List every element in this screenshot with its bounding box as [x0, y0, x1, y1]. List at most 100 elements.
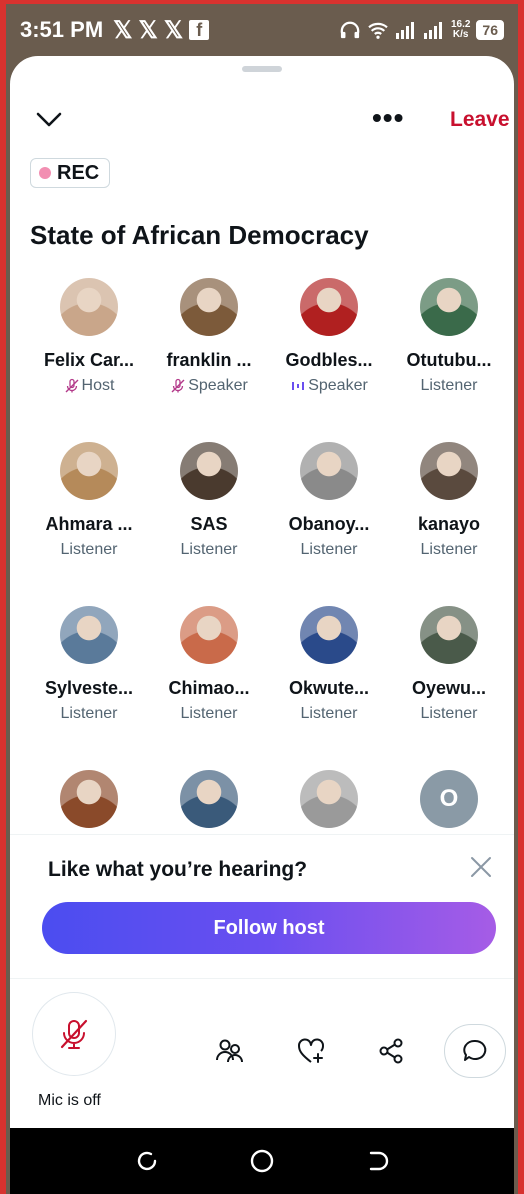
- participant-role: Speaker: [150, 377, 268, 395]
- signal-icon: [395, 22, 414, 39]
- avatar: [180, 770, 238, 828]
- participant-role-label: Listener: [180, 541, 238, 558]
- top-bar: ••• Leave: [10, 96, 514, 146]
- participant-item[interactable]: Godbles... Speaker: [270, 278, 388, 395]
- follow-host-button[interactable]: Follow host: [42, 902, 496, 954]
- close-icon[interactable]: [468, 854, 494, 880]
- participant-role: Listener: [30, 705, 148, 723]
- participant-role: Listener: [270, 705, 388, 723]
- space-sheet: ••• Leave REC State of African Democracy…: [10, 56, 514, 1128]
- drag-handle[interactable]: [242, 66, 282, 72]
- home-icon[interactable]: [248, 1147, 276, 1175]
- mic-off-icon: [65, 378, 79, 393]
- participant-role-label: Speaker: [188, 377, 248, 394]
- participant-name: Ahmara ...: [45, 514, 133, 534]
- x-notification-icon: 𝕏: [163, 16, 184, 44]
- rec-badge: REC: [30, 158, 111, 188]
- wifi-icon: [368, 22, 388, 39]
- follow-prompt: Like what you’re hearing?: [48, 858, 308, 881]
- mic-status-label: Mic is off: [38, 1092, 101, 1109]
- participant-name: Felix Car...: [43, 350, 135, 370]
- participant-role-label: Speaker: [308, 377, 368, 394]
- participant-item[interactable]: O: [390, 770, 508, 828]
- participant-role-label: Listener: [420, 705, 478, 722]
- participants-icon[interactable]: [214, 1036, 244, 1066]
- participant-item[interactable]: Otutubu... Listener: [390, 278, 508, 395]
- participant-role: Listener: [150, 705, 268, 723]
- avatar: [420, 278, 478, 336]
- participant-name: SAS: [190, 514, 228, 534]
- avatar: [300, 442, 358, 500]
- participant-item[interactable]: Obanoy... Listener: [270, 442, 388, 559]
- avatar: [180, 278, 238, 336]
- participant-name: Godbles...: [285, 350, 373, 370]
- participant-role-label: Listener: [180, 705, 238, 722]
- participant-item[interactable]: Oyewu... Listener: [390, 606, 508, 723]
- signal-icon: [423, 22, 442, 39]
- participant-name: Sylveste...: [44, 678, 134, 698]
- participant-name: kanayo: [417, 514, 481, 534]
- participant-role: Listener: [390, 705, 508, 723]
- leave-button[interactable]: Leave: [450, 108, 510, 132]
- system-nav-bar: [10, 1128, 514, 1194]
- participant-name: Chimao...: [168, 678, 250, 698]
- participant-item[interactable]: [150, 770, 268, 828]
- avatar: [180, 606, 238, 664]
- rec-label: REC: [57, 161, 100, 184]
- mic-off-icon: [171, 378, 185, 393]
- participant-role: Listener: [390, 541, 508, 559]
- participant-role-label: Listener: [60, 541, 118, 558]
- chevron-down-icon[interactable]: [34, 104, 64, 134]
- avatar: [60, 442, 118, 500]
- participant-name: Obanoy...: [288, 514, 370, 534]
- chat-button[interactable]: [444, 1024, 506, 1078]
- participant-item[interactable]: kanayo Listener: [390, 442, 508, 559]
- avatar: [300, 278, 358, 336]
- chat-bubble-icon: [463, 1039, 487, 1061]
- participant-item[interactable]: Ahmara ... Listener: [30, 442, 148, 559]
- divider: [10, 978, 514, 979]
- recent-apps-icon[interactable]: [133, 1147, 161, 1175]
- participant-role: Listener: [30, 541, 148, 559]
- facebook-icon: f: [189, 20, 210, 40]
- participant-role-label: Listener: [300, 541, 358, 558]
- participant-role: Listener: [390, 377, 508, 395]
- participant-name: Otutubu...: [406, 350, 492, 370]
- participant-item[interactable]: Sylveste... Listener: [30, 606, 148, 723]
- participant-role: Host: [30, 377, 148, 395]
- share-icon[interactable]: [376, 1036, 406, 1066]
- back-icon[interactable]: [363, 1147, 391, 1175]
- participant-role-label: Listener: [60, 705, 118, 722]
- more-options-button[interactable]: •••: [372, 102, 404, 134]
- participant-item[interactable]: franklin ... Speaker: [150, 278, 268, 395]
- battery-icon: 76: [476, 20, 504, 40]
- x-notification-icon: 𝕏: [138, 16, 158, 44]
- recording-dot-icon: [39, 167, 51, 179]
- status-bar: 3:51 PM 𝕏 𝕏 𝕏 f 16.2 K/s 76: [6, 4, 518, 56]
- react-heart-icon[interactable]: [296, 1036, 326, 1066]
- participant-role-label: Listener: [420, 541, 478, 558]
- participant-item[interactable]: SAS Listener: [150, 442, 268, 559]
- network-speed-unit: K/s: [452, 29, 469, 40]
- network-speed: 16.2 K/s: [451, 20, 470, 40]
- avatar-initial: O: [439, 785, 459, 812]
- participant-item[interactable]: [30, 770, 148, 828]
- participant-item[interactable]: Felix Car... Host: [30, 278, 148, 395]
- participant-role-label: Listener: [300, 705, 358, 722]
- participant-item[interactable]: Okwute... Listener: [270, 606, 388, 723]
- avatar: [420, 606, 478, 664]
- participant-item[interactable]: [270, 770, 388, 828]
- avatar: [420, 442, 478, 500]
- avatar: O: [420, 770, 478, 828]
- participant-role-label: Listener: [420, 377, 478, 394]
- participant-role: Listener: [150, 541, 268, 559]
- avatar: [60, 606, 118, 664]
- participant-item[interactable]: Chimao... Listener: [150, 606, 268, 723]
- mic-toggle-button[interactable]: [32, 992, 116, 1076]
- headphones-icon: [340, 21, 360, 39]
- x-notification-icon: 𝕏: [113, 16, 133, 44]
- audio-level-icon: [292, 382, 305, 390]
- participant-name: franklin ...: [166, 350, 252, 370]
- avatar: [60, 278, 118, 336]
- avatar: [180, 442, 238, 500]
